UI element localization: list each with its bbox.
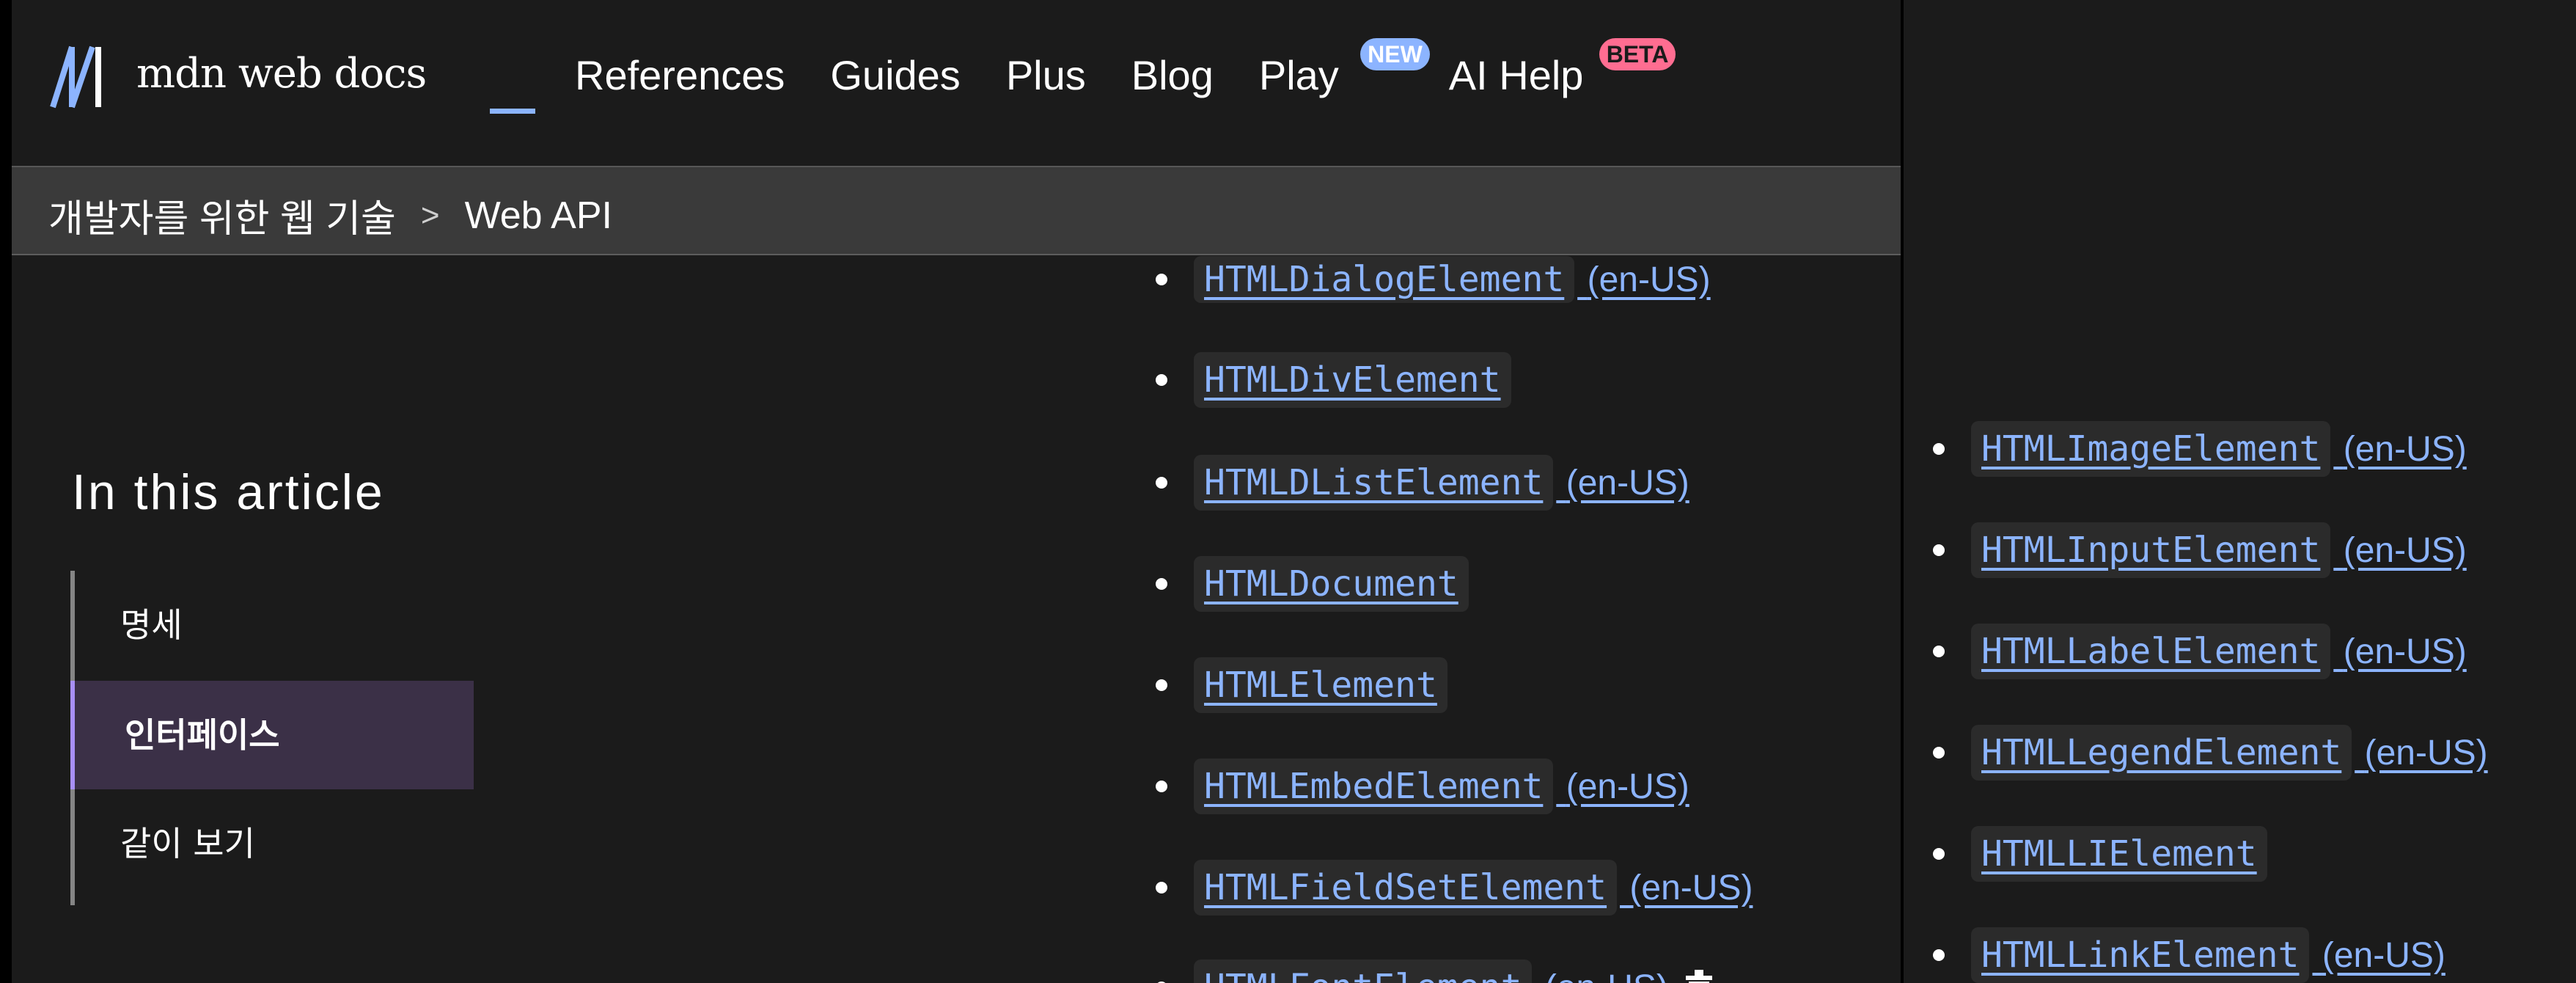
nav-blog[interactable]: Blog <box>1131 51 1214 99</box>
locale-link[interactable]: (en-US) <box>2333 632 2467 672</box>
secondary-window: HTMLImageElement (en-US) HTMLInputElemen… <box>1904 0 2576 983</box>
screen: mdn web docs References Guides Plus Blog… <box>0 0 2576 983</box>
interface-link[interactable]: HTMLLinkElement <box>1971 927 2310 983</box>
toc-heading: In this article <box>72 464 385 520</box>
list-item: HTMLEmbedElement (en-US) <box>1156 759 1689 814</box>
bullet <box>1933 544 1945 556</box>
bullet <box>1933 646 1945 657</box>
list-item: HTMLElement <box>1156 657 1447 713</box>
beta-badge: BETA <box>1599 37 1676 70</box>
nav-plus[interactable]: Plus <box>1006 51 1086 99</box>
breadcrumb: 개발자를 위한 웹 기술 > Web API <box>48 188 612 243</box>
nav-guides[interactable]: Guides <box>830 51 960 99</box>
locale-link[interactable]: (en-US) <box>2333 429 2467 469</box>
bullet <box>1156 882 1167 894</box>
interface-link[interactable]: HTMLLIElement <box>1971 826 2267 882</box>
locale-link[interactable]: (en-US) <box>2312 935 2445 976</box>
interface-link[interactable]: HTMLFontElement <box>1194 960 1533 983</box>
mdn-logo-icon <box>50 45 101 109</box>
list-item: HTMLLIElement <box>1933 826 2267 882</box>
new-badge: NEW <box>1360 37 1430 70</box>
interface-link[interactable]: HTMLImageElement <box>1971 421 2331 477</box>
mdn-page-window: mdn web docs References Guides Plus Blog… <box>12 0 1901 983</box>
list-item: HTMLFieldSetElement (en-US) <box>1156 860 1753 916</box>
main-nav: References Guides Plus Blog Play NEW AI … <box>575 37 1676 104</box>
bullet <box>1933 747 1945 759</box>
logo-text: mdn web docs <box>136 50 427 98</box>
locale-link[interactable]: (en-US) <box>1620 868 1753 908</box>
interface-link[interactable]: HTMLDialogElement <box>1194 256 1575 303</box>
nav-ai-help: AI Help <box>1448 51 1584 98</box>
locale-link[interactable]: (en-US) <box>1577 260 1711 300</box>
bullet <box>1933 848 1945 860</box>
breadcrumb-item-web-tech[interactable]: 개발자를 위한 웹 기술 <box>48 188 396 243</box>
bullet <box>1156 679 1167 691</box>
list-item: HTMLImageElement (en-US) <box>1933 421 2467 477</box>
interface-link[interactable]: HTMLLegendElement <box>1971 725 2352 781</box>
nav-play: Play <box>1258 51 1339 98</box>
trash-icon <box>1685 970 1712 983</box>
list-item: HTMLDListElement (en-US) <box>1156 455 1689 511</box>
list-item: HTMLDivElement <box>1156 352 1511 408</box>
locale-link[interactable]: (en-US) <box>1556 767 1689 807</box>
list-item: HTMLDocument <box>1156 556 1469 612</box>
bullet <box>1156 477 1167 489</box>
nav-play-wrap[interactable]: Play NEW <box>1258 37 1430 99</box>
interface-link[interactable]: HTMLDivElement <box>1194 352 1511 408</box>
bullet <box>1156 374 1167 386</box>
toc-item-see-also[interactable]: 같이 보기 <box>75 789 478 898</box>
list-item: HTMLDialogElement (en-US) <box>1156 251 1711 308</box>
toc-item-spec[interactable]: 명세 <box>75 571 478 679</box>
list-item: HTMLLegendElement (en-US) <box>1933 725 2488 781</box>
bullet <box>1156 578 1167 590</box>
bullet <box>1933 949 1945 961</box>
nav-ai-help-wrap[interactable]: AI Help BETA <box>1448 37 1676 99</box>
logo-cursor <box>490 109 535 114</box>
list-item: HTMLInputElement (en-US) <box>1933 522 2467 578</box>
breadcrumb-separator-icon: > <box>420 197 440 233</box>
bullet <box>1933 443 1945 455</box>
interface-link[interactable]: HTMLEmbedElement <box>1194 759 1554 814</box>
locale-link[interactable]: (en-US) <box>1556 463 1689 503</box>
top-navigation-bar: mdn web docs References Guides Plus Blog… <box>12 0 1901 166</box>
locale-link[interactable]: (en-US) <box>2355 733 2488 773</box>
toc-item-interfaces[interactable]: 인터페이스 <box>70 681 474 789</box>
interface-link[interactable]: HTMLInputElement <box>1971 522 2331 578</box>
interface-link[interactable]: HTMLElement <box>1194 657 1447 713</box>
breadcrumb-bar: 개발자를 위한 웹 기술 > Web API <box>12 166 1901 255</box>
nav-references[interactable]: References <box>575 51 785 99</box>
breadcrumb-item-web-api[interactable]: Web API <box>465 194 612 238</box>
list-item: HTMLLinkElement (en-US) <box>1933 927 2445 983</box>
locale-link[interactable]: (en-US) <box>2333 530 2467 571</box>
interface-link[interactable]: HTMLFieldSetElement <box>1194 860 1618 916</box>
interface-link[interactable]: HTMLLabelElement <box>1971 624 2331 679</box>
bullet <box>1156 274 1167 285</box>
locale-link[interactable]: (en-US) <box>1535 968 1668 983</box>
mdn-logo[interactable]: mdn web docs <box>50 44 535 125</box>
interface-link[interactable]: HTMLDListElement <box>1194 455 1554 511</box>
list-item: HTMLLabelElement (en-US) <box>1933 624 2467 679</box>
table-of-contents: 명세 인터페이스 같이 보기 <box>70 571 480 905</box>
interface-link[interactable]: HTMLDocument <box>1194 556 1469 612</box>
bullet <box>1156 781 1167 792</box>
list-item: HTMLFontElement (en-US) <box>1156 960 1717 983</box>
